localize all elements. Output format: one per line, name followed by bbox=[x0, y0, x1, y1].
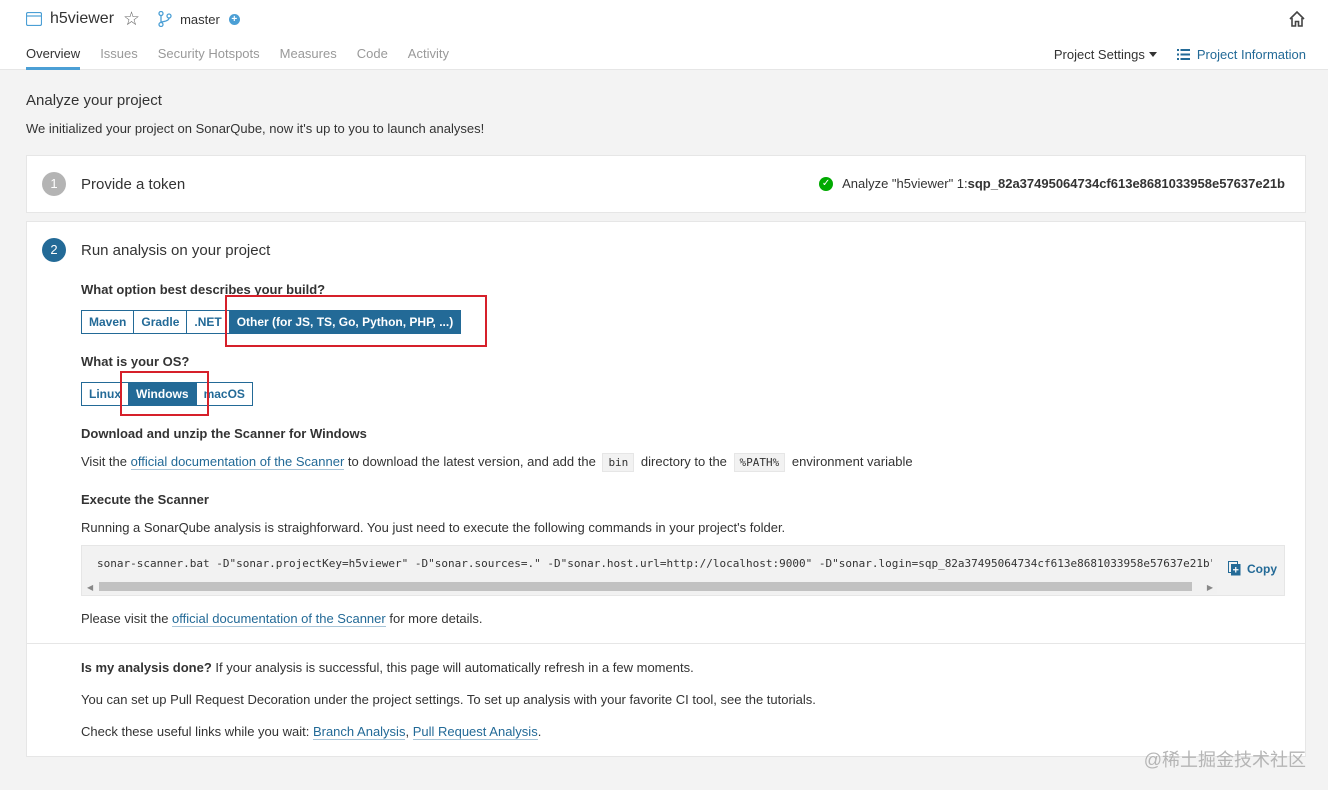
branch-name[interactable]: master bbox=[180, 12, 220, 27]
project-name[interactable]: h5viewer bbox=[50, 10, 114, 28]
step-run-analysis: 2 Run analysis on your project What opti… bbox=[26, 221, 1306, 757]
scroll-thumb[interactable] bbox=[99, 582, 1192, 591]
download-text: directory to the bbox=[637, 454, 731, 469]
copy-label: Copy bbox=[1247, 561, 1277, 576]
watermark: @稀土掘金技术社区 bbox=[1143, 750, 1306, 770]
path-code: %PATH% bbox=[733, 453, 786, 472]
download-heading: Download and unzip the Scanner for Windo… bbox=[81, 426, 367, 441]
scroll-left-icon[interactable]: ◀ bbox=[87, 583, 93, 592]
links-end: . bbox=[537, 724, 542, 739]
build-option-maven[interactable]: Maven bbox=[81, 310, 135, 334]
scanner-docs-link[interactable]: official documentation of the Scanner bbox=[130, 454, 345, 470]
pull-request-analysis-link[interactable]: Pull Request Analysis bbox=[412, 724, 538, 740]
useful-links: Check these useful links while you wait:… bbox=[81, 724, 542, 740]
details-post: for more details. bbox=[385, 611, 483, 626]
token-value: sqp_82a37495064734cf613e8681033958e57637… bbox=[967, 176, 1285, 191]
branch-icon bbox=[158, 11, 172, 27]
build-option-dotnet[interactable]: .NET bbox=[186, 310, 230, 334]
page-subtitle: We initialized your project on SonarQube… bbox=[26, 121, 485, 136]
link-separator: , bbox=[405, 724, 413, 739]
project-information-link[interactable]: Project Information bbox=[1176, 47, 1306, 62]
top-bar: h5viewer ☆ master + Overview Issues Secu… bbox=[0, 0, 1328, 70]
horizontal-scrollbar[interactable]: ◀ ▶ bbox=[82, 580, 1217, 594]
tab-activity[interactable]: Activity bbox=[408, 46, 449, 70]
download-text: to download the latest version, and add … bbox=[344, 454, 600, 469]
divider bbox=[27, 643, 1305, 644]
tab-code[interactable]: Code bbox=[357, 46, 388, 70]
add-branch-icon[interactable]: + bbox=[228, 13, 240, 25]
download-instructions: Visit the official documentation of the … bbox=[81, 453, 913, 472]
page-title: Analyze your project bbox=[26, 92, 162, 109]
useful-links-label: Check these useful links while you wait: bbox=[81, 724, 313, 739]
project-icon bbox=[26, 12, 42, 26]
execute-text: Running a SonarQube analysis is straighf… bbox=[81, 520, 786, 535]
star-icon[interactable]: ☆ bbox=[123, 10, 140, 29]
command-text[interactable]: sonar-scanner.bat -D"sonar.projectKey=h5… bbox=[97, 557, 1212, 570]
download-text: Visit the bbox=[81, 454, 131, 469]
execute-heading: Execute the Scanner bbox=[81, 492, 209, 507]
os-question: What is your OS? bbox=[81, 354, 190, 369]
list-icon bbox=[1176, 49, 1190, 60]
tab-measures[interactable]: Measures bbox=[280, 46, 337, 70]
step-number: 2 bbox=[42, 238, 66, 262]
pr-decoration-text: You can set up Pull Request Decoration u… bbox=[81, 692, 816, 707]
build-option-gradle[interactable]: Gradle bbox=[133, 310, 188, 334]
tab-issues[interactable]: Issues bbox=[100, 46, 138, 70]
step-title: Provide a token bbox=[81, 176, 186, 193]
scanner-docs-link-2[interactable]: official documentation of the Scanner bbox=[172, 611, 386, 627]
branch-analysis-link[interactable]: Branch Analysis bbox=[312, 724, 406, 740]
copy-button[interactable]: Copy bbox=[1228, 561, 1277, 576]
project-information-label: Project Information bbox=[1196, 47, 1306, 62]
analysis-done-detail: If your analysis is successful, this pag… bbox=[211, 660, 694, 675]
copy-icon bbox=[1228, 561, 1241, 576]
project-nav: Overview Issues Security Hotspots Measur… bbox=[26, 46, 469, 70]
details-pre: Please visit the bbox=[81, 611, 173, 626]
check-circle-icon: ✓ bbox=[819, 176, 834, 191]
project-settings-menu[interactable]: Project Settings bbox=[1054, 47, 1157, 62]
caret-down-icon bbox=[1148, 52, 1157, 57]
project-settings-label: Project Settings bbox=[1053, 47, 1145, 62]
step-provide-token: 1 Provide a token ✓ Analyze "h5viewer" 1… bbox=[26, 155, 1306, 213]
tab-overview[interactable]: Overview bbox=[26, 46, 81, 70]
analysis-done-text: Is my analysis done? If your analysis is… bbox=[81, 660, 694, 675]
project-header: h5viewer ☆ master + bbox=[26, 8, 240, 30]
tab-security-hotspots[interactable]: Security Hotspots bbox=[158, 46, 260, 70]
token-result-label: Analyze "h5viewer" 1: bbox=[842, 176, 968, 191]
project-actions: Project Settings Project Information bbox=[1054, 47, 1306, 62]
highlight-box bbox=[225, 295, 487, 347]
bin-code: bin bbox=[602, 453, 635, 472]
highlight-box bbox=[120, 371, 209, 416]
home-icon[interactable] bbox=[1288, 10, 1306, 28]
analysis-done-question: Is my analysis done? bbox=[81, 660, 212, 675]
command-code-block: sonar-scanner.bat -D"sonar.projectKey=h5… bbox=[81, 545, 1285, 596]
token-result: ✓ Analyze "h5viewer" 1: sqp_82a374950647… bbox=[819, 176, 1285, 191]
step-number: 1 bbox=[42, 172, 66, 196]
download-text: environment variable bbox=[788, 454, 913, 469]
details-text: Please visit the official documentation … bbox=[81, 611, 483, 627]
scroll-right-icon[interactable]: ▶ bbox=[1207, 583, 1213, 592]
step-title: Run analysis on your project bbox=[81, 242, 271, 259]
